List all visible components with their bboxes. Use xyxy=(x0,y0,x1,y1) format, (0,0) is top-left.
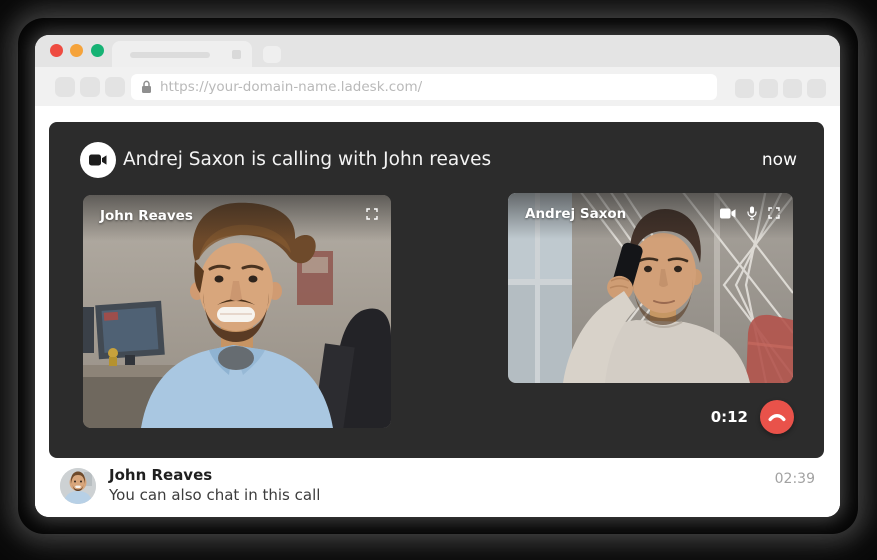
video-participant-name: Andrej Saxon xyxy=(525,206,626,222)
toolbar-button-2[interactable] xyxy=(759,79,778,98)
toolbar-button-3[interactable] xyxy=(783,79,802,98)
hangup-button[interactable] xyxy=(760,400,794,434)
hangup-phone-icon xyxy=(768,412,786,422)
tab-title-placeholder xyxy=(130,52,210,58)
fullscreen-icon[interactable] xyxy=(768,207,780,219)
video-participant-name: John Reaves xyxy=(100,208,193,224)
url-input[interactable]: https://your-domain-name.ladesk.com/ xyxy=(160,79,422,95)
refresh-button[interactable] xyxy=(105,77,125,97)
camera-toggle-icon[interactable] xyxy=(720,208,736,219)
call-controls: 0:12 xyxy=(711,400,794,434)
chat-author: John Reaves xyxy=(109,466,212,484)
new-tab-button[interactable] xyxy=(263,46,281,63)
call-type-badge xyxy=(80,142,116,178)
address-bar[interactable]: https://your-domain-name.ladesk.com/ xyxy=(131,74,717,100)
browser-titlebar xyxy=(35,35,840,67)
chat-message-row: John Reaves You can also chat in this ca… xyxy=(35,458,840,517)
back-button[interactable] xyxy=(55,77,75,97)
chat-message-text: You can also chat in this call xyxy=(109,486,320,504)
lock-icon xyxy=(141,80,152,94)
video-feed-andrej-saxon: Andrej Saxon xyxy=(508,193,793,383)
toolbar-button-1[interactable] xyxy=(735,79,754,98)
forward-button[interactable] xyxy=(80,77,100,97)
video-call-panel: Andrej Saxon is calling with John reaves… xyxy=(49,122,824,458)
microphone-toggle-icon[interactable] xyxy=(747,206,757,220)
chat-timestamp: 02:39 xyxy=(775,471,815,487)
tab-close-icon[interactable] xyxy=(232,50,241,59)
call-received-time: now xyxy=(762,150,797,170)
call-title: Andrej Saxon is calling with John reaves xyxy=(123,149,491,170)
avatar xyxy=(60,468,96,504)
toolbar-button-4[interactable] xyxy=(807,79,826,98)
fullscreen-icon[interactable] xyxy=(366,208,378,220)
close-window-button[interactable] xyxy=(50,44,63,57)
maximize-window-button[interactable] xyxy=(91,44,104,57)
page-content: Andrej Saxon is calling with John reaves… xyxy=(35,106,840,517)
video-feed-john-reaves: John Reaves xyxy=(83,195,391,428)
minimize-window-button[interactable] xyxy=(70,44,83,57)
video-camera-icon xyxy=(89,154,107,166)
john-reaves-avatar-image xyxy=(60,468,96,504)
call-duration: 0:12 xyxy=(711,408,748,426)
browser-tab[interactable] xyxy=(112,41,252,67)
browser-toolbar: https://your-domain-name.ladesk.com/ xyxy=(35,67,840,106)
page-background: https://your-domain-name.ladesk.com/ And… xyxy=(0,0,877,560)
browser-window: https://your-domain-name.ladesk.com/ And… xyxy=(35,35,840,517)
